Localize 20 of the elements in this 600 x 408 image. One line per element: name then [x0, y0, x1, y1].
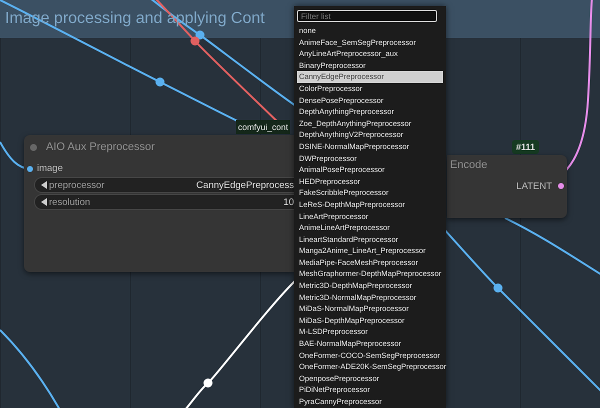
reroute-dot[interactable] [494, 284, 502, 292]
link-tooltip: comfyui_cont [236, 120, 290, 134]
input-label: image [37, 163, 63, 174]
node-panel[interactable]: Encode LATENT [447, 155, 567, 218]
reroute-dot[interactable] [196, 30, 204, 40]
collapse-dot-icon[interactable] [30, 144, 37, 151]
output-label: LATENT [516, 181, 552, 192]
widget-field[interactable]: preprocessor CannyEdgePreprocess [34, 177, 294, 193]
node-title: AIO Aux Preprocessor [46, 141, 155, 153]
input-slot-icon[interactable] [27, 166, 33, 172]
widget-field[interactable]: resolution 10 [34, 194, 294, 210]
reroute-dot[interactable] [204, 378, 212, 388]
node-title: Encode [450, 159, 488, 171]
node-id-badge: #111 [512, 140, 540, 154]
decrement-arrow-icon[interactable] [41, 198, 47, 206]
output-slot-icon[interactable] [558, 183, 564, 189]
reroute-dot[interactable] [190, 36, 200, 46]
filter-field[interactable]: Filter list [297, 10, 437, 22]
reroute-dot[interactable] [156, 78, 164, 86]
node-panel[interactable]: AIO Aux Preprocessor image preprocessor CannyEdgePreprocess resolution 10 [24, 135, 294, 272]
